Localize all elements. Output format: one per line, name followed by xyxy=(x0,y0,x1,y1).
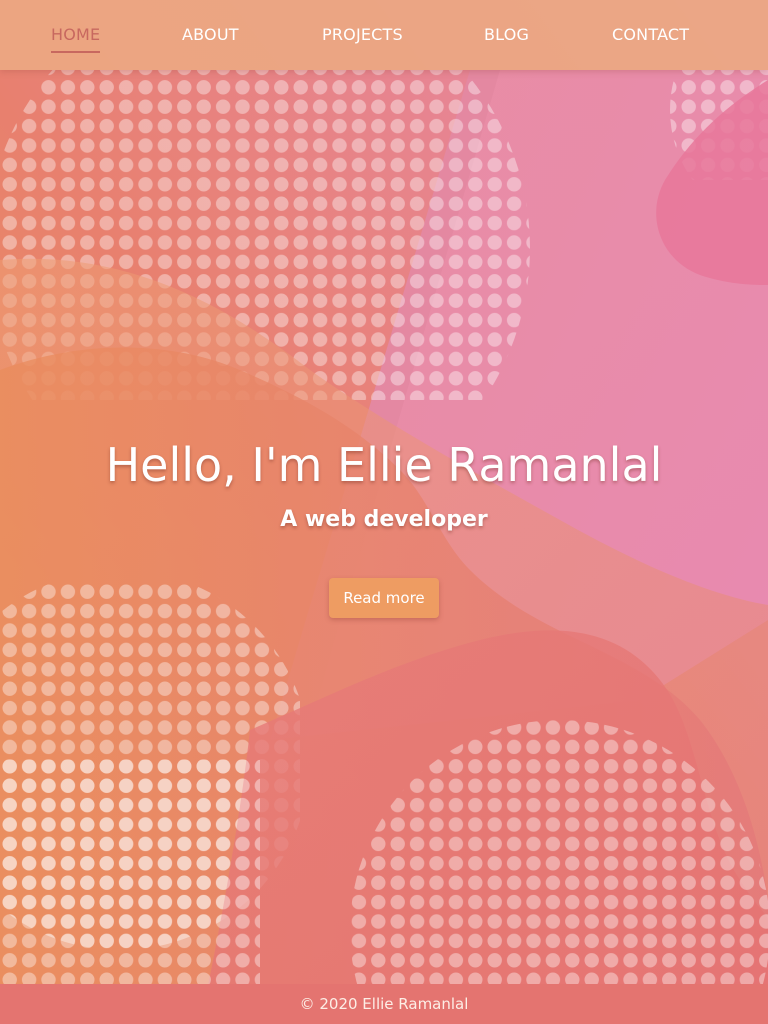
read-more-button[interactable]: Read more xyxy=(329,578,439,618)
footer-copyright: © 2020 Ellie Ramanlal xyxy=(299,995,469,1013)
nav-projects-label: PROJECTS xyxy=(322,25,403,44)
top-navbar: HOME ABOUT PROJECTS BLOG CONTACT xyxy=(0,0,768,70)
nav-about-label: ABOUT xyxy=(182,25,239,44)
nav-active-underline xyxy=(51,51,101,53)
nav-home-link[interactable]: HOME xyxy=(51,24,101,53)
nav-blog-label: BLOG xyxy=(484,25,530,44)
nav-contact-link[interactable]: CONTACT xyxy=(612,24,689,46)
nav-home-label: HOME xyxy=(51,25,101,44)
nav-about-link[interactable]: ABOUT xyxy=(182,24,239,46)
page-footer: © 2020 Ellie Ramanlal xyxy=(0,984,768,1024)
nav-blog-link[interactable]: BLOG xyxy=(484,24,529,46)
hero-title: Hello, I'm Ellie Ramanlal xyxy=(105,437,663,492)
hero-subtitle: A web developer xyxy=(280,507,488,533)
nav-contact-label: CONTACT xyxy=(612,25,690,44)
nav-projects-link[interactable]: PROJECTS xyxy=(322,24,403,46)
